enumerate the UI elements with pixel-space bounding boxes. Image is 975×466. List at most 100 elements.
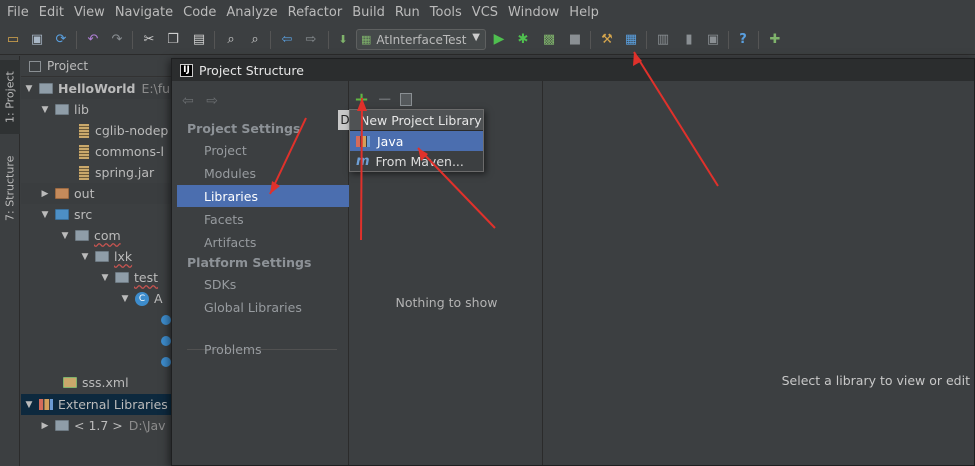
cut-icon[interactable]: ✂ <box>140 30 158 48</box>
menu-refactor[interactable]: Refactor <box>283 0 348 25</box>
jar-icon <box>79 123 89 138</box>
tab-structure[interactable]: 7: Structure <box>0 148 20 228</box>
nav-sdks[interactable]: SDKs <box>177 273 349 295</box>
expand-arrow-icon[interactable]: ▼ <box>23 84 35 94</box>
menu-analyze[interactable]: Analyze <box>221 0 282 25</box>
dialog-title-bar[interactable]: IJ Project Structure <box>172 59 974 81</box>
run-configuration-select[interactable]: ▦ AtInterfaceTest ▼ <box>356 29 486 50</box>
menu-vcs[interactable]: VCS <box>467 0 503 25</box>
device-icon[interactable]: ▮ <box>680 30 698 48</box>
menu-tools[interactable]: Tools <box>425 0 467 25</box>
nav-libraries[interactable]: Libraries <box>177 185 349 207</box>
tree-item-method[interactable] <box>21 309 171 330</box>
menu-run[interactable]: Run <box>390 0 425 25</box>
package-icon <box>95 251 109 262</box>
expand-arrow-icon[interactable]: ▼ <box>99 273 111 283</box>
tree-item-module[interactable]: ▼ HelloWorld E:\fu <box>21 78 171 99</box>
nav-project[interactable]: Project <box>177 139 349 161</box>
save-icon[interactable]: ▣ <box>28 30 46 48</box>
debug-icon[interactable]: ✱ <box>514 30 532 48</box>
tab-structure-label: 7: Structure <box>3 155 17 221</box>
collapse-arrow-icon[interactable]: ▶ <box>39 421 51 431</box>
sync-icon[interactable]: ⟳ <box>52 30 70 48</box>
plugin-icon[interactable]: ✚ <box>766 30 784 48</box>
help-icon[interactable]: ? <box>734 30 752 48</box>
output-folder-icon <box>55 188 69 199</box>
sdk-icon[interactable]: ▥ <box>654 30 672 48</box>
tree-item-xml[interactable]: sss.xml <box>21 372 171 393</box>
tree-item-external-libraries[interactable]: ▼ External Libraries <box>21 394 171 415</box>
tree-item-method[interactable] <box>21 351 171 372</box>
build-arrow-icon[interactable]: ⬇ <box>334 30 352 48</box>
add-icon[interactable]: + <box>354 89 369 110</box>
tree-label: lxk <box>114 249 133 264</box>
forward-icon[interactable]: ⇨ <box>206 93 218 109</box>
menu-file[interactable]: File <box>2 0 34 25</box>
expand-arrow-icon[interactable]: ▼ <box>79 252 91 262</box>
tree-item-package[interactable]: ▼ test <box>21 267 171 288</box>
find-icon[interactable]: ⌕ <box>222 30 240 48</box>
expand-arrow-icon[interactable]: ▼ <box>23 400 35 410</box>
menu-edit[interactable]: Edit <box>34 0 69 25</box>
expand-arrow-icon[interactable]: ▼ <box>39 105 51 115</box>
project-structure-icon[interactable]: ▦ <box>622 30 640 48</box>
replace-icon[interactable]: ⌕ <box>246 30 264 48</box>
tree-item-out[interactable]: ▶ out <box>21 183 171 204</box>
undo-icon[interactable]: ↶ <box>84 30 102 48</box>
expand-arrow-icon[interactable]: ▼ <box>119 294 131 304</box>
nav-artifacts[interactable]: Artifacts <box>177 231 349 253</box>
remove-icon[interactable]: − <box>377 89 392 110</box>
copy-icon[interactable]: ❐ <box>164 30 182 48</box>
menu-code[interactable]: Code <box>178 0 221 25</box>
project-panel-title: Project <box>47 59 89 73</box>
back-icon[interactable]: ⇦ <box>278 30 296 48</box>
copy-icon[interactable] <box>400 92 413 106</box>
collapse-arrow-icon[interactable]: ▶ <box>39 189 51 199</box>
tree-label: A <box>154 291 163 306</box>
sdk-folder-icon <box>55 420 69 431</box>
nav-facets[interactable]: Facets <box>177 208 349 230</box>
tree-item-jar[interactable]: cglib-nodep <box>21 120 171 141</box>
tab-project-label: 1: Project <box>3 71 17 123</box>
tree-item-jar[interactable]: spring.jar <box>21 162 171 183</box>
tree-item-package[interactable]: ▼ lxk <box>21 246 171 267</box>
paste-icon[interactable]: ▤ <box>190 30 208 48</box>
open-folder-icon[interactable]: ▭ <box>4 30 22 48</box>
menu-help[interactable]: Help <box>564 0 604 25</box>
menu-window[interactable]: Window <box>503 0 564 25</box>
tree-item-method[interactable] <box>21 330 171 351</box>
settings-icon[interactable]: ⚒ <box>598 30 616 48</box>
menu-view[interactable]: View <box>69 0 110 25</box>
nav-problems[interactable]: Problems <box>177 338 349 360</box>
menu-bar: File Edit View Navigate Code Analyze Ref… <box>0 0 975 25</box>
library-list-toolbar: + − <box>354 89 413 110</box>
toolbar-separator <box>270 31 271 49</box>
run-icon[interactable]: ▶ <box>490 30 508 48</box>
folder-icon <box>55 104 69 115</box>
project-panel-header[interactable]: Project <box>21 56 171 77</box>
expand-arrow-icon[interactable]: ▼ <box>59 231 71 241</box>
stop-icon[interactable]: ■ <box>566 30 584 48</box>
tree-item-package[interactable]: ▼ com <box>21 225 171 246</box>
tree-item-sdk[interactable]: ▶ < 1.7 > D:\Jav <box>21 415 171 436</box>
back-icon[interactable]: ⇦ <box>182 93 194 109</box>
tree-item-src[interactable]: ▼ src <box>21 204 171 225</box>
tree-item-jar[interactable]: commons-l <box>21 141 171 162</box>
tab-project[interactable]: 1: Project <box>0 60 20 134</box>
forward-icon[interactable]: ⇨ <box>302 30 320 48</box>
redo-icon[interactable]: ↷ <box>108 30 126 48</box>
tree-label: sss.xml <box>82 375 129 390</box>
tree-item-class[interactable]: ▼ C A <box>21 288 171 309</box>
android-icon[interactable]: ▣ <box>704 30 722 48</box>
menu-navigate[interactable]: Navigate <box>110 0 178 25</box>
tree-item-lib[interactable]: ▼ lib <box>21 99 171 120</box>
nav-modules[interactable]: Modules <box>177 162 349 184</box>
libraries-icon <box>39 399 53 410</box>
expand-arrow-icon[interactable]: ▼ <box>39 210 51 220</box>
popup-item-maven[interactable]: m From Maven... <box>350 151 483 171</box>
menu-build[interactable]: Build <box>347 0 390 25</box>
popup-item-java[interactable]: Java <box>350 131 483 151</box>
nav-global-libraries[interactable]: Global Libraries <box>177 296 349 318</box>
coverage-icon[interactable]: ▩ <box>540 30 558 48</box>
section-project-settings: Project Settings <box>187 121 301 136</box>
